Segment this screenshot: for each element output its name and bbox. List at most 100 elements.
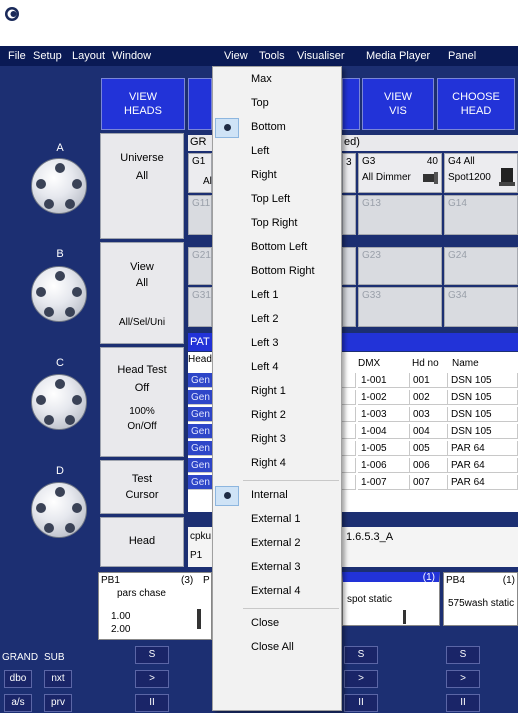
group-g31[interactable]: G31: [188, 287, 212, 327]
pb1-select-button[interactable]: S: [135, 646, 169, 664]
menu-item-right-4[interactable]: Right 4: [213, 453, 341, 475]
group-g12-edge[interactable]: [342, 195, 356, 235]
menu-item-left-2[interactable]: Left 2: [213, 309, 341, 331]
menu-item-right-1[interactable]: Right 1: [213, 381, 341, 403]
patch-row-name[interactable]: PAR 64: [448, 475, 518, 490]
patch-row-sel[interactable]: [342, 390, 356, 405]
menu-item-top-right[interactable]: Top Right: [213, 213, 341, 235]
top-button-hidden-2[interactable]: [342, 78, 360, 130]
nxt-button[interactable]: nxt: [44, 670, 72, 688]
menu-item-left[interactable]: Left: [213, 141, 341, 163]
patch-row-name[interactable]: DSN 105: [448, 390, 518, 405]
pb4-pause-button[interactable]: II: [446, 694, 480, 712]
group-g33[interactable]: G33: [358, 287, 442, 327]
group-g21[interactable]: G21: [188, 247, 212, 285]
menu-item-internal[interactable]: Internal: [213, 485, 341, 507]
knob-b[interactable]: [31, 266, 87, 322]
menu-item-max[interactable]: Max: [213, 69, 341, 91]
menu-window[interactable]: Window: [112, 50, 151, 62]
patch-row-sel[interactable]: [342, 424, 356, 439]
menu-item-top-left[interactable]: Top Left: [213, 189, 341, 211]
menu-layout[interactable]: Layout: [72, 50, 105, 62]
patch-row-sel[interactable]: [342, 475, 356, 490]
group-g4[interactable]: G4 All Spot1200: [444, 153, 518, 193]
patch-row-hdno[interactable]: 005: [410, 441, 448, 456]
menu-item-external-2[interactable]: External 2: [213, 533, 341, 555]
playback-3[interactable]: (1) spot static: [342, 572, 440, 626]
menu-item-external-3[interactable]: External 3: [213, 557, 341, 579]
patch-row-hdno[interactable]: 002: [410, 390, 448, 405]
patch-row-name[interactable]: DSN 105: [448, 424, 518, 439]
patch-row-sel[interactable]: [342, 441, 356, 456]
patch-row-name[interactable]: PAR 64: [448, 441, 518, 456]
patch-row-head[interactable]: Gen: [188, 424, 212, 439]
group-g14[interactable]: G14: [444, 195, 518, 235]
knob-d[interactable]: [31, 482, 87, 538]
view-heads-button[interactable]: VIEW HEADS: [101, 78, 185, 130]
group-g32-edge[interactable]: [342, 287, 356, 327]
patch-row-sel[interactable]: [342, 373, 356, 388]
group-g22-edge[interactable]: [342, 247, 356, 285]
playback-1[interactable]: PB1 (3) P pars chase 1.00 2.00: [98, 572, 212, 640]
menu-setup[interactable]: Setup: [33, 50, 62, 62]
knob-c[interactable]: [31, 374, 87, 430]
menu-item-right-3[interactable]: Right 3: [213, 429, 341, 451]
pb3-go-button[interactable]: >: [344, 670, 378, 688]
universe-button[interactable]: Universe All: [100, 133, 184, 239]
patch-row-hdno[interactable]: 006: [410, 458, 448, 473]
pb1-pause-button[interactable]: II: [135, 694, 169, 712]
patch-row-hdno[interactable]: 003: [410, 407, 448, 422]
menu-item-right[interactable]: Right: [213, 165, 341, 187]
patch-row-dmx[interactable]: 1-004: [358, 424, 410, 439]
group-g3[interactable]: G3 40 All Dimmer: [358, 153, 442, 193]
head-button[interactable]: Head: [100, 517, 184, 567]
patch-row-name[interactable]: DSN 105: [448, 407, 518, 422]
patch-row-dmx[interactable]: 1-003: [358, 407, 410, 422]
patch-row-head[interactable]: Gen: [188, 390, 212, 405]
menu-item-close-all[interactable]: Close All: [213, 637, 341, 659]
menu-item-right-2[interactable]: Right 2: [213, 405, 341, 427]
menu-item-bottom[interactable]: Bottom: [213, 117, 341, 139]
pb1-go-button[interactable]: >: [135, 670, 169, 688]
patch-row-hdno[interactable]: 004: [410, 424, 448, 439]
auto-step-button[interactable]: a/s: [4, 694, 32, 712]
group-g34[interactable]: G34: [444, 287, 518, 327]
patch-row-dmx[interactable]: 1-001: [358, 373, 410, 388]
menu-view[interactable]: View: [224, 50, 248, 62]
group-g13[interactable]: G13: [358, 195, 442, 235]
menu-media-player[interactable]: Media Player: [366, 50, 430, 62]
view-vis-button[interactable]: VIEW VIS: [362, 78, 434, 130]
menu-item-left-1[interactable]: Left 1: [213, 285, 341, 307]
menu-item-external-1[interactable]: External 1: [213, 509, 341, 531]
head-test-button[interactable]: Head Test Off 100% On/Off: [100, 347, 184, 457]
patch-row-hdno[interactable]: 001: [410, 373, 448, 388]
group-g2-edge[interactable]: 3: [342, 153, 356, 193]
patch-row-sel[interactable]: [342, 458, 356, 473]
patch-row-head[interactable]: Gen: [188, 475, 212, 490]
group-g24[interactable]: G24: [444, 247, 518, 285]
patch-row-dmx[interactable]: 1-006: [358, 458, 410, 473]
patch-row-head[interactable]: Gen: [188, 407, 212, 422]
menu-item-external-4[interactable]: External 4: [213, 581, 341, 603]
menu-item-bottom-left[interactable]: Bottom Left: [213, 237, 341, 259]
playback-4[interactable]: PB4 (1) 575wash static: [443, 572, 518, 626]
menu-file[interactable]: File: [8, 50, 26, 62]
menu-item-left-3[interactable]: Left 3: [213, 333, 341, 355]
choose-head-button[interactable]: CHOOSE HEAD: [437, 78, 515, 130]
menu-visualiser[interactable]: Visualiser: [297, 50, 345, 62]
pb4-go-button[interactable]: >: [446, 670, 480, 688]
menu-panel[interactable]: Panel: [448, 50, 476, 62]
patch-row-dmx[interactable]: 1-002: [358, 390, 410, 405]
patch-row-sel[interactable]: [342, 407, 356, 422]
prv-button[interactable]: prv: [44, 694, 72, 712]
menu-item-left-4[interactable]: Left 4: [213, 357, 341, 379]
pb3-pause-button[interactable]: II: [344, 694, 378, 712]
patch-row-name[interactable]: PAR 64: [448, 458, 518, 473]
view-button[interactable]: View All All/Sel/Uni: [100, 242, 184, 344]
patch-row-name[interactable]: DSN 105: [448, 373, 518, 388]
patch-row-dmx[interactable]: 1-005: [358, 441, 410, 456]
group-g23[interactable]: G23: [358, 247, 442, 285]
group-g11[interactable]: G11: [188, 195, 212, 235]
top-button-hidden[interactable]: [188, 78, 212, 130]
pb4-select-button[interactable]: S: [446, 646, 480, 664]
